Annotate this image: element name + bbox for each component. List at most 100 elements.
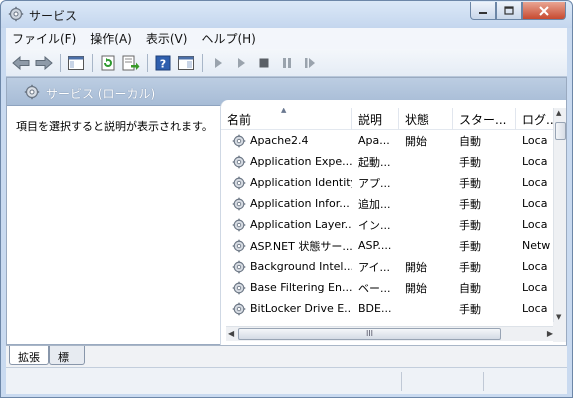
show-hide-console-tree-icon [68,55,84,70]
services-window: サービス ファイル(F) 操作(A) 表示(V) ヘルプ(H) ? サービス (… [0,0,573,398]
service-row[interactable]: Base Filtering En... ベー... 開始 自動 Loca [221,277,553,298]
service-name-cell: Base Filtering En... [221,281,352,295]
menu-action[interactable]: 操作(A) [90,30,132,47]
service-logon-cell: Loca [522,197,548,210]
service-name-cell: Application Layer... [221,218,352,232]
service-desc-cell: アイ... [358,260,390,274]
service-name-cell: Apache2.4 [221,134,352,148]
close-button[interactable] [522,2,566,20]
pause-service-button[interactable] [276,52,298,74]
services-gear-icon [8,6,24,22]
column-header-description[interactable]: 説明 [352,108,399,130]
service-name: Application Layer... [250,218,352,231]
service-startup-cell: 自動 [459,281,481,295]
restart-service-button[interactable] [299,52,321,74]
service-name: Application Identity [250,176,352,189]
service-logon-cell: Loca [522,134,548,147]
service-row[interactable]: Application Layer... イン... 手動 Loca [221,214,553,235]
forward-button[interactable] [33,52,55,74]
service-name-cell: BitLocker Drive E... [221,302,352,316]
title-bar[interactable]: サービス [1,1,572,28]
service-gear-icon [232,281,246,294]
tab-standard[interactable]: 標準 [49,346,85,380]
back-arrow-icon [12,55,30,70]
service-startup-cell: 手動 [459,302,481,316]
content-frame: サービス (ローカル) 項目を選択すると説明が表示されます。 ▲ 名前 説明 状… [6,77,567,345]
toolbar: ? [6,49,567,77]
menu-help[interactable]: ヘルプ(H) [201,30,255,47]
vertical-scroll-thumb[interactable] [555,122,566,140]
start-service-alt-button[interactable] [230,52,252,74]
menu-view[interactable]: 表示(V) [146,30,188,47]
service-name: ASP.NET 状態サー... [250,239,352,253]
window-title: サービス [29,9,78,23]
service-startup-cell: 手動 [459,260,481,274]
export-list-icon [122,55,140,70]
service-startup-cell: 手動 [459,218,481,232]
service-desc-cell: ASP.... [358,239,392,252]
restart-service-icon [305,57,315,68]
minimize-button[interactable] [470,2,496,20]
service-logon-cell: Loca [522,176,548,189]
service-desc-cell: アプ... [358,176,391,190]
horizontal-scroll-thumb[interactable]: III [238,328,501,340]
column-header-logon[interactable]: ログ... [516,108,553,130]
description-pane: 項目を選択すると説明が表示されます。 [7,106,220,344]
service-row[interactable]: Apache2.4 Apa... 開始 自動 Loca [221,130,553,151]
toolbar-separator [147,53,148,72]
scroll-down-icon[interactable]: ▼ [556,313,561,321]
export-list-button[interactable] [120,52,142,74]
sort-ascending-icon: ▲ [281,108,287,114]
list-header: ▲ 名前 説明 状態 スター... ログ... [221,108,553,130]
help-button[interactable]: ? [152,52,174,74]
column-header-status[interactable]: 状態 [399,108,453,130]
scroll-left-icon[interactable]: ◀ [228,329,234,338]
service-row[interactable]: Application Identity アプ... 手動 Loca [221,172,553,193]
service-gear-icon [232,302,246,315]
menu-file[interactable]: ファイル(F) [12,30,76,47]
service-name: Application Expe... [250,155,352,168]
horizontal-scrollbar[interactable]: ◀ III ▶ [226,326,555,341]
view-tabs: 拡張 標準 [6,345,567,380]
service-logon-cell: Loca [522,260,548,273]
start-service-alt-icon [238,57,245,68]
minimize-icon [479,11,487,14]
service-row[interactable]: Application Expe... 起動... 手動 Loca [221,151,553,172]
show-hide-tree-button[interactable] [65,52,87,74]
service-startup-cell: 自動 [459,134,481,148]
service-row[interactable]: ASP.NET 状態サー... ASP.... 手動 Netw [221,235,553,256]
services-list: ▲ 名前 説明 状態 スター... ログ... Apache2.4 Apa... 開… [220,100,566,345]
service-name: Base Filtering En... [250,281,352,294]
service-gear-icon [232,260,246,273]
service-row[interactable]: BitLocker Drive E... BDE... 手動 Loca [221,298,553,319]
toolbar-separator [92,53,93,72]
service-desc-cell: 起動... [358,155,391,169]
back-button[interactable] [10,52,32,74]
service-desc-cell: Apa... [358,134,390,147]
column-header-label: 説明 [358,113,383,127]
column-header-startup-type[interactable]: スター... [453,108,516,130]
pause-service-icon [283,57,291,68]
column-header-label: スター... [459,113,507,127]
vertical-scrollbar[interactable]: ▲ ▼ [553,108,566,322]
service-startup-cell: 手動 [459,176,481,190]
maximize-button[interactable] [496,2,522,20]
service-desc-cell: 追加... [358,197,391,211]
service-name-cell: Application Expe... [221,155,352,169]
service-row[interactable]: Application Infor... 追加... 手動 Loca [221,193,553,214]
forward-arrow-icon [35,55,53,70]
service-gear-icon [232,155,246,168]
service-name: Apache2.4 [250,134,309,147]
column-header-name[interactable]: ▲ 名前 [221,108,352,130]
scroll-up-icon[interactable]: ▲ [556,109,561,117]
svg-text:?: ? [160,57,166,70]
properties-pane-button[interactable] [175,52,197,74]
service-startup-cell: 手動 [459,155,481,169]
stop-service-button[interactable] [253,52,275,74]
toolbar-separator [60,53,61,72]
refresh-button[interactable] [97,52,119,74]
tab-extended[interactable]: 拡張 [9,346,49,365]
start-service-button[interactable] [207,52,229,74]
service-desc-cell: ベー... [358,281,391,295]
service-row[interactable]: Background Intel... アイ... 開始 手動 Loca [221,256,553,277]
